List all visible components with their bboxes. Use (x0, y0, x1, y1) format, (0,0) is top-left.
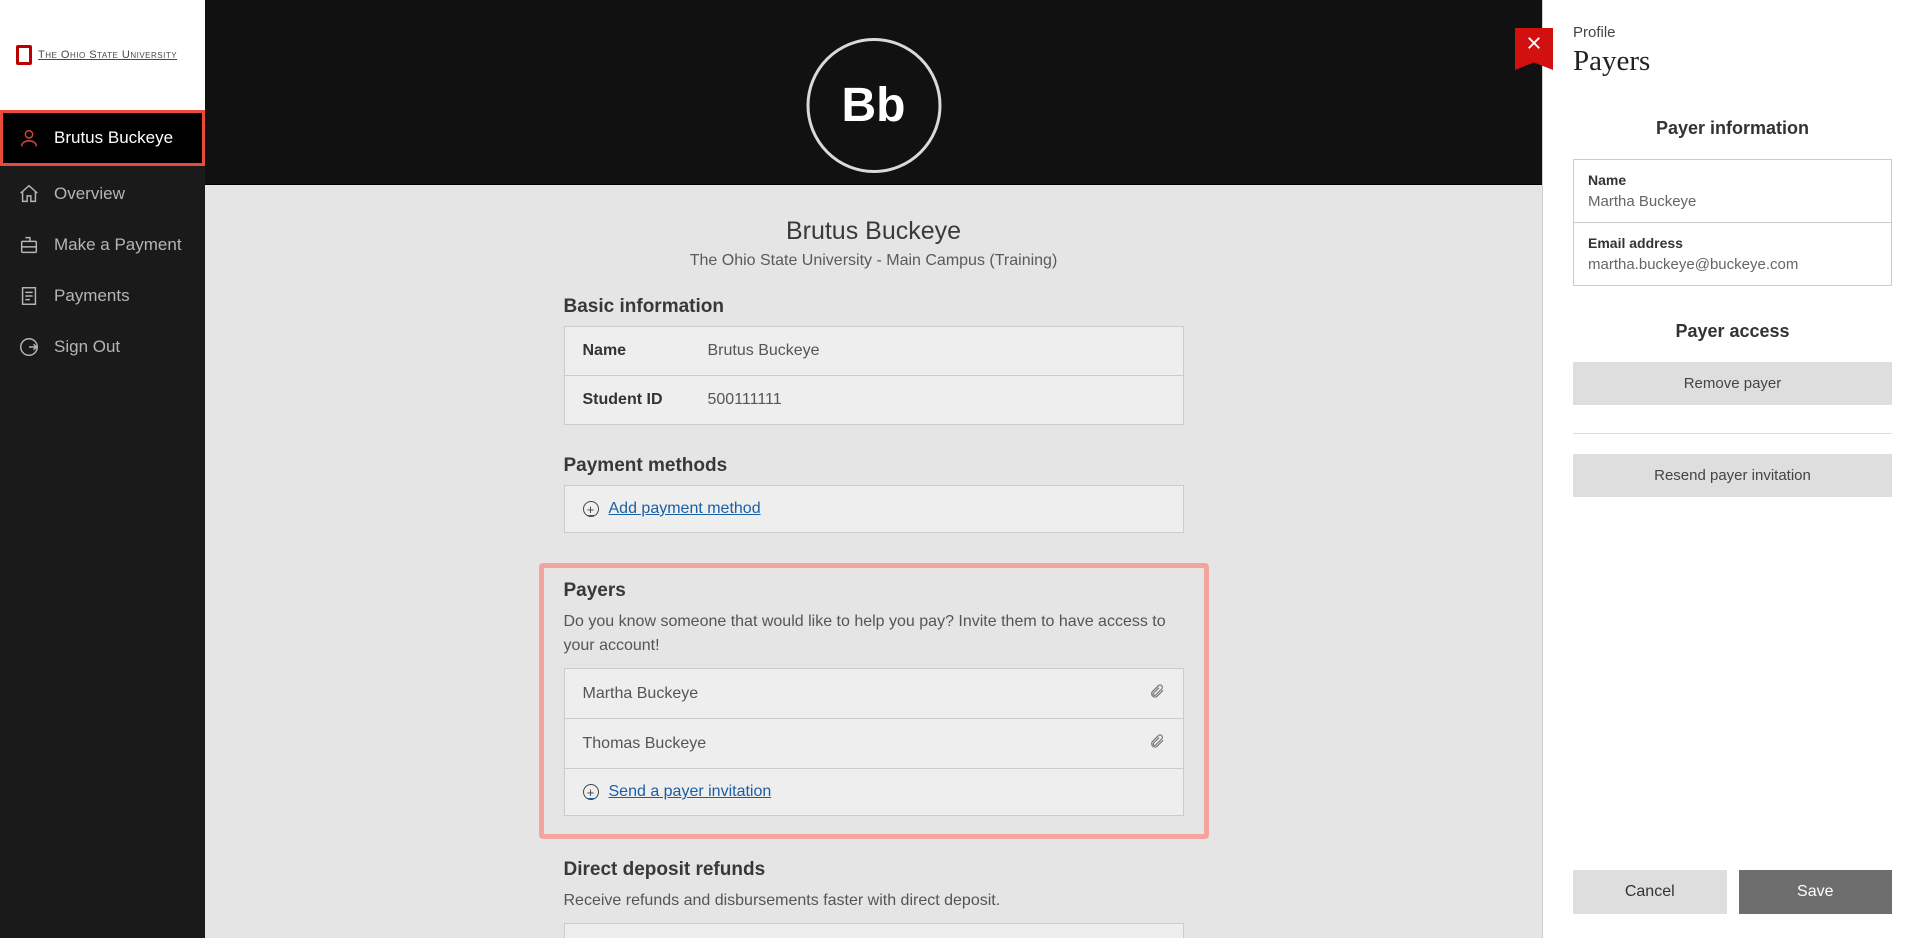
section-title: Direct deposit refunds (564, 859, 1184, 881)
sidebar-item-sign-out[interactable]: Sign Out (0, 321, 205, 372)
plus-circle-icon: + (583, 784, 599, 800)
sidebar: The Ohio State University Brutus Buckeye… (0, 0, 205, 938)
cash-register-icon (18, 234, 40, 256)
section-description: Do you know someone that would like to h… (564, 610, 1184, 658)
direct-deposit-box: Refund Sign up (564, 923, 1184, 938)
section-payers-highlight: Payers Do you know someone that would li… (539, 563, 1209, 839)
sidebar-item-payments[interactable]: Payments (0, 270, 205, 321)
section-title: Payment methods (564, 455, 1184, 477)
avatar: Bb (806, 38, 941, 173)
sign-out-icon (18, 336, 40, 358)
field-value: Martha Buckeye (1588, 193, 1877, 210)
panel-footer: Cancel Save (1573, 870, 1892, 914)
brand-name: The Ohio State University (38, 49, 177, 61)
add-payment-method-row[interactable]: + Add payment method (565, 486, 1183, 532)
info-value: Brutus Buckeye (708, 342, 820, 360)
sidebar-user[interactable]: Brutus Buckeye (0, 110, 205, 166)
home-icon (18, 183, 40, 205)
profile-name: Brutus Buckeye (205, 217, 1542, 246)
panel-breadcrumb: Profile (1573, 24, 1892, 41)
profile-subtitle: The Ohio State University - Main Campus … (205, 252, 1542, 270)
sidebar-user-label: Brutus Buckeye (54, 128, 173, 148)
sidebar-item-label: Make a Payment (54, 235, 182, 255)
payer-name-field: Name Martha Buckeye (1574, 160, 1891, 223)
section-direct-deposit: Direct deposit refunds Receive refunds a… (564, 859, 1184, 938)
payer-detail-panel: Profile Payers Payer information Name Ma… (1542, 0, 1922, 938)
payers-list: Martha Buckeye Thomas Buckeye + Send a p… (564, 668, 1184, 816)
sidebar-item-label: Sign Out (54, 337, 120, 357)
send-payer-invitation-row[interactable]: + Send a payer invitation (565, 769, 1183, 815)
cancel-button[interactable]: Cancel (1573, 870, 1727, 914)
payer-name: Thomas Buckeye (583, 735, 707, 753)
field-label: Email address (1588, 235, 1877, 251)
section-basic-information: Basic information Name Brutus Buckeye St… (564, 296, 1184, 425)
payer-access-title: Payer access (1573, 321, 1892, 342)
refund-row: Refund Sign up (565, 924, 1183, 938)
info-value: 500111111 (708, 391, 782, 409)
resend-invitation-button[interactable]: Resend payer invitation (1573, 454, 1892, 497)
attachment-icon (1149, 683, 1165, 704)
payer-row[interactable]: Thomas Buckeye (565, 719, 1183, 769)
info-label: Name (583, 342, 708, 360)
attachment-icon (1149, 733, 1165, 754)
payer-name: Martha Buckeye (583, 685, 699, 703)
sidebar-item-overview[interactable]: Overview (0, 168, 205, 219)
payment-methods-box: + Add payment method (564, 485, 1184, 533)
user-icon (18, 127, 40, 149)
sidebar-item-label: Payments (54, 286, 130, 306)
receipt-icon (18, 285, 40, 307)
section-payment-methods: Payment methods + Add payment method (564, 455, 1184, 533)
sidebar-item-label: Overview (54, 184, 125, 204)
sidebar-item-make-payment[interactable]: Make a Payment (0, 219, 205, 270)
payer-info-title: Payer information (1573, 118, 1892, 139)
plus-circle-icon: + (583, 501, 599, 517)
section-description: Receive refunds and disbursements faster… (564, 889, 1184, 913)
field-value: martha.buckeye@buckeye.com (1588, 256, 1877, 273)
payer-row[interactable]: Martha Buckeye (565, 669, 1183, 719)
send-payer-invitation-link: Send a payer invitation (609, 783, 772, 801)
section-title: Basic information (564, 296, 1184, 318)
panel-title: Payers (1573, 45, 1892, 78)
payer-info-box: Name Martha Buckeye Email address martha… (1573, 159, 1892, 286)
save-button[interactable]: Save (1739, 870, 1893, 914)
section-title: Payers (564, 580, 1184, 602)
field-label: Name (1588, 172, 1877, 188)
main-content: Brutus Buckeye The Ohio State University… (205, 185, 1542, 938)
logo-block-o-icon (16, 45, 32, 65)
avatar-initials: Bb (842, 78, 906, 133)
add-payment-method-link: Add payment method (609, 500, 761, 518)
info-row-student-id: Student ID 500111111 (565, 376, 1183, 424)
info-row-name: Name Brutus Buckeye (565, 327, 1183, 376)
payer-email-field: Email address martha.buckeye@buckeye.com (1574, 223, 1891, 285)
info-label: Student ID (583, 391, 708, 409)
panel-divider (1573, 433, 1892, 434)
brand-logo: The Ohio State University (0, 0, 205, 110)
remove-payer-button[interactable]: Remove payer (1573, 362, 1892, 405)
basic-info-table: Name Brutus Buckeye Student ID 500111111 (564, 326, 1184, 425)
